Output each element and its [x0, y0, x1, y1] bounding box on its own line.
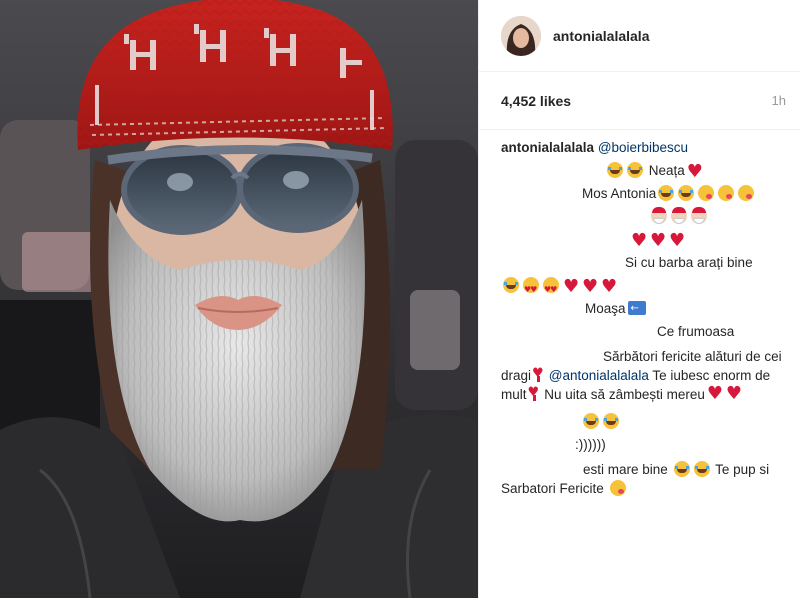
post-timestamp[interactable]: 1h	[772, 93, 786, 108]
red-heart-icon	[687, 160, 703, 183]
santa-claus-icon	[651, 207, 667, 224]
caption-line-mos-antonia: Mos Antonia	[501, 182, 790, 205]
caption-line-emoji-row	[501, 274, 790, 301]
red-heart-icon	[631, 229, 647, 252]
santa-claus-icon	[691, 207, 707, 224]
caption-line-joy-pair	[501, 410, 790, 433]
red-heart-icon	[601, 275, 617, 298]
joy-icon	[627, 162, 643, 178]
caption-text: Mos Antonia	[582, 186, 657, 201]
heart-eyes-icon	[523, 277, 539, 301]
caption-line-neata: Neața	[501, 159, 790, 183]
caption-text: :))))))	[575, 437, 606, 452]
back-arrow-icon	[627, 297, 646, 331]
face-savoring-food-icon	[718, 185, 735, 201]
heavy-heart-exclamation-icon	[532, 364, 544, 383]
santa-claus-icon	[671, 207, 687, 224]
caption-username[interactable]: antonialalalala	[501, 140, 594, 155]
post-details-panel: antonialalalala 4,452 likes 1h antoniala…	[478, 0, 800, 598]
red-heart-icon	[669, 229, 685, 252]
red-heart-icon	[726, 384, 742, 403]
caption-mention[interactable]: @boierbibescu	[598, 140, 688, 155]
caption-text: Ce frumoasa	[657, 324, 735, 339]
joy-icon	[607, 162, 623, 178]
joy-icon	[658, 185, 675, 201]
caption-line-frumoasa: Ce frumoasa	[501, 320, 790, 343]
face-savoring-food-icon	[609, 480, 626, 496]
likes-count[interactable]: 4,452 likes	[501, 93, 571, 109]
caption-line-hearts	[501, 228, 790, 252]
caption-text: Si cu barba arați bine	[625, 255, 753, 270]
joy-icon	[678, 185, 695, 201]
caption-line-sarbatori: Sărbători fericite alături de cei dragi …	[501, 347, 790, 404]
red-heart-icon	[582, 275, 598, 298]
caption-text: Moaşa	[585, 301, 626, 316]
red-heart-icon	[563, 275, 579, 298]
heart-eyes-icon	[543, 277, 559, 301]
username-link[interactable]: antonialalalala	[553, 28, 649, 44]
red-heart-icon	[650, 229, 666, 252]
caption-line-smiley: :))))))	[501, 433, 790, 456]
caption-text: esti mare bine	[583, 462, 668, 477]
joy-icon	[583, 413, 599, 429]
post-photo[interactable]	[0, 0, 478, 598]
caption-mention-self[interactable]: @antonialalalala	[549, 368, 649, 383]
joy-icon	[693, 461, 710, 477]
post-caption: antonialalalala @boierbibescu Neața Mos …	[479, 130, 800, 498]
caption-text: Nu uita să zâmbești mereu	[544, 387, 705, 402]
caption-line-mare-bine: esti mare bine Te pup si Sarbatori Feric…	[501, 460, 790, 498]
caption-text: Neața	[648, 163, 685, 178]
caption-line-barba: Si cu barba arați bine	[501, 251, 790, 274]
face-savoring-food-icon	[698, 185, 715, 201]
selfie-with-santa-filter	[0, 0, 478, 598]
heavy-heart-exclamation-icon	[528, 383, 540, 402]
avatar[interactable]	[501, 15, 541, 56]
face-savoring-food-icon	[738, 185, 755, 201]
post-meta: 4,452 likes 1h	[479, 72, 800, 130]
red-heart-icon	[707, 384, 723, 403]
avatar-image	[501, 15, 541, 56]
post-header: antonialalalala	[479, 0, 800, 72]
joy-icon	[673, 461, 690, 477]
caption-line-santas	[501, 205, 790, 228]
joy-icon	[503, 277, 519, 293]
joy-icon	[603, 413, 619, 429]
